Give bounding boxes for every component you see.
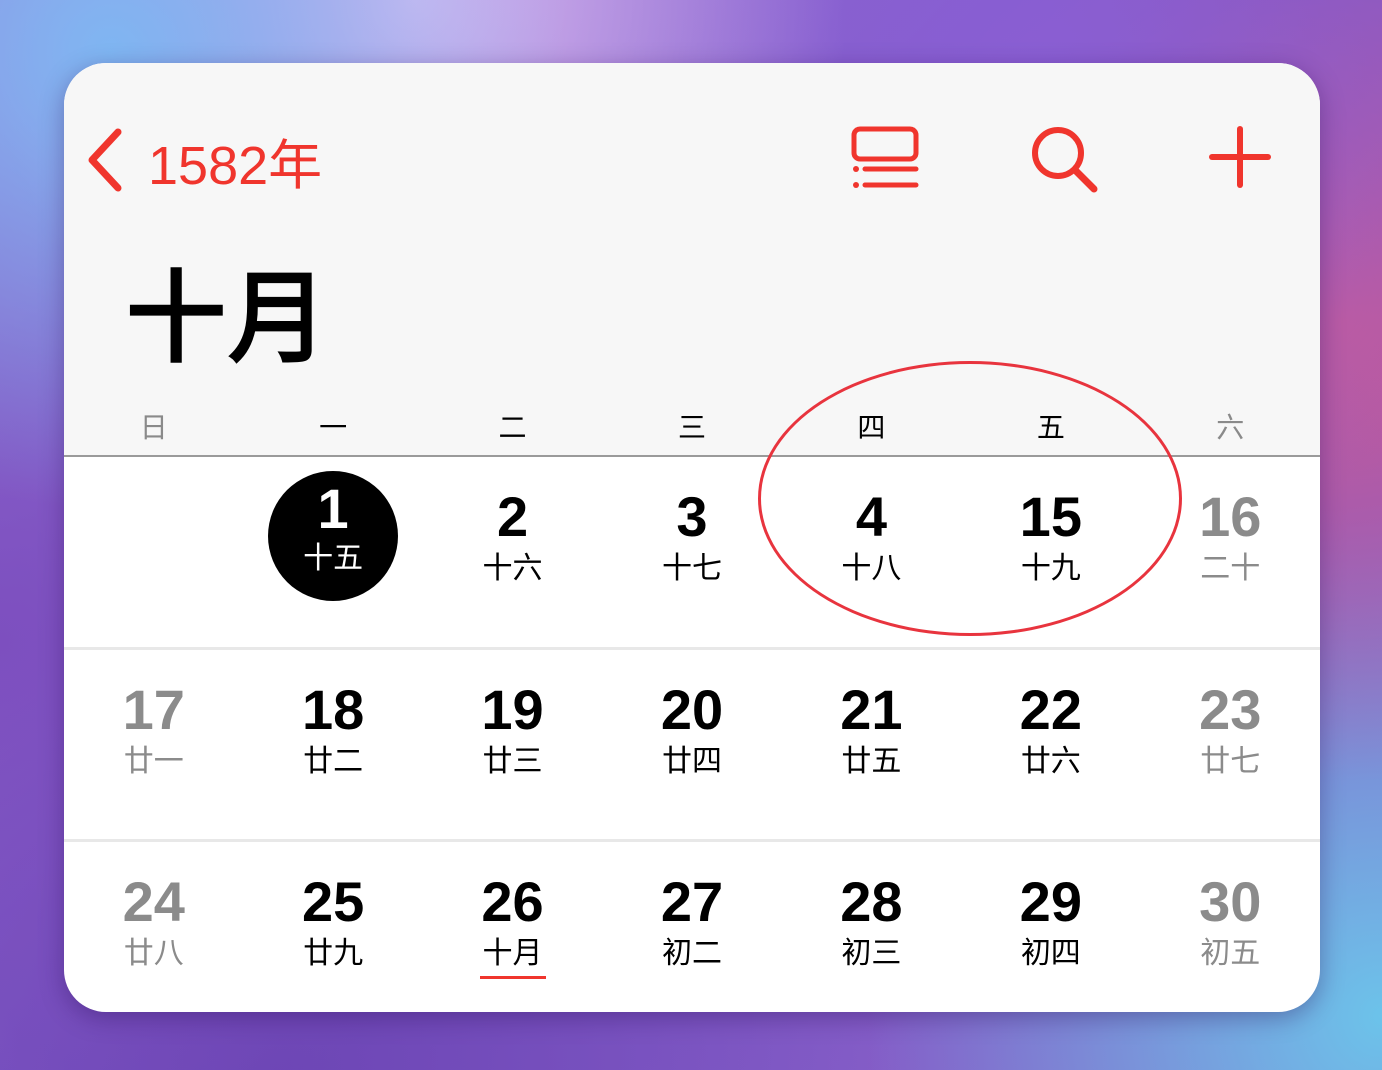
day-number: 28 bbox=[840, 870, 903, 933]
list-view-icon bbox=[850, 126, 920, 197]
day-number: 30 bbox=[1199, 870, 1262, 933]
day-cell[interactable]: 4 十八 bbox=[782, 457, 961, 649]
lunar-date: 十七 bbox=[661, 551, 722, 586]
day-cell[interactable]: 15 十九 bbox=[961, 457, 1140, 649]
day-number: 23 bbox=[1199, 678, 1262, 741]
day-number: 4 bbox=[855, 485, 887, 548]
lunar-date: 十六 bbox=[482, 551, 543, 586]
day-number: 17 bbox=[122, 678, 185, 741]
back-button-label: 1582年 bbox=[148, 135, 323, 196]
lunar-date: 初五 bbox=[1200, 936, 1261, 971]
lunar-date: 十月 bbox=[482, 936, 543, 971]
day-cell[interactable]: 29 初四 bbox=[961, 842, 1140, 1012]
search-button[interactable] bbox=[1030, 125, 1100, 199]
day-cell[interactable]: 30 初五 bbox=[1141, 842, 1320, 1012]
weekday-tue: 二 bbox=[498, 411, 527, 444]
weekday-fri: 五 bbox=[1036, 411, 1065, 444]
calendar-header: 1582年 十月 日 一 二 三 四 五 六 bbox=[64, 63, 1320, 457]
lunar-date: 廿六 bbox=[1020, 744, 1081, 779]
month-title: 十月 bbox=[126, 260, 330, 377]
weekday-sat: 六 bbox=[1216, 411, 1245, 444]
lunar-date: 初四 bbox=[1020, 936, 1081, 971]
lunar-date: 十九 bbox=[1020, 551, 1081, 586]
day-number: 3 bbox=[676, 485, 708, 548]
day-number: 26 bbox=[481, 870, 544, 933]
day-cell[interactable]: 18 廿二 bbox=[243, 650, 422, 842]
day-cell-lunar-month-start[interactable]: 26 十月 bbox=[423, 842, 602, 1012]
day-cell[interactable]: 19 廿三 bbox=[423, 650, 602, 842]
lunar-date: 二十 bbox=[1200, 551, 1261, 586]
day-cell[interactable]: 20 廿四 bbox=[602, 650, 781, 842]
day-number: 21 bbox=[840, 678, 903, 741]
lunar-month-underline bbox=[479, 976, 546, 979]
day-cell[interactable]: 28 初三 bbox=[782, 842, 961, 1012]
day-cell[interactable]: 22 廿六 bbox=[961, 650, 1140, 842]
weekday-thu: 四 bbox=[857, 411, 886, 444]
lunar-date: 廿四 bbox=[661, 744, 722, 779]
day-number: 2 bbox=[496, 485, 529, 548]
day-cell[interactable]: 17 廿一 bbox=[64, 650, 243, 842]
day-cell-empty bbox=[64, 457, 243, 649]
search-icon bbox=[1030, 127, 1100, 199]
day-cell-selected[interactable]: 1 十五 bbox=[243, 457, 422, 649]
lunar-date: 廿七 bbox=[1200, 744, 1261, 779]
add-event-button[interactable] bbox=[1208, 125, 1272, 193]
lunar-date: 初三 bbox=[841, 936, 902, 971]
week-row-3: 24 廿八 25 廿九 26 十月 27 初二 28 初三 29 初四 30 初… bbox=[64, 842, 1320, 1012]
day-cell[interactable]: 3 十七 bbox=[602, 457, 781, 649]
day-number: 18 bbox=[301, 678, 365, 741]
chevron-left-icon bbox=[84, 128, 124, 192]
list-view-button[interactable] bbox=[850, 125, 920, 197]
day-cell[interactable]: 25 廿九 bbox=[243, 842, 422, 1012]
weekday-mon: 一 bbox=[319, 411, 348, 444]
day-cell[interactable]: 24 廿八 bbox=[64, 842, 243, 1012]
day-cell[interactable]: 16 二十 bbox=[1141, 457, 1320, 649]
day-number: 29 bbox=[1019, 870, 1082, 933]
day-number: 25 bbox=[301, 870, 365, 933]
day-cell[interactable]: 23 廿七 bbox=[1141, 650, 1320, 842]
weekday-wed: 三 bbox=[677, 411, 706, 444]
lunar-date: 廿五 bbox=[841, 744, 902, 779]
day-number: 1 bbox=[317, 477, 349, 540]
back-to-year-button[interactable]: 1582年 bbox=[84, 125, 322, 196]
calendar-window: 1582年 十月 日 一 二 三 四 五 六 1 十五 2 十六 3 十七 4 … bbox=[64, 63, 1320, 1012]
lunar-date: 初二 bbox=[661, 936, 722, 971]
day-number: 27 bbox=[660, 870, 724, 933]
day-number: 24 bbox=[122, 870, 185, 933]
lunar-date: 廿三 bbox=[482, 744, 543, 779]
week-row-1: 1 十五 2 十六 3 十七 4 十八 15 十九 16 二十 bbox=[64, 457, 1320, 649]
day-cell[interactable]: 21 廿五 bbox=[782, 650, 961, 842]
lunar-date: 廿八 bbox=[123, 936, 184, 971]
day-number: 19 bbox=[481, 678, 544, 741]
day-number: 16 bbox=[1199, 485, 1262, 548]
lunar-date: 廿二 bbox=[303, 744, 364, 779]
lunar-date: 廿九 bbox=[303, 936, 364, 971]
day-cell[interactable]: 27 初二 bbox=[602, 842, 781, 1012]
lunar-date: 十八 bbox=[841, 551, 902, 586]
weekday-header: 日 一 二 三 四 五 六 bbox=[64, 408, 1320, 448]
plus-icon bbox=[1208, 126, 1272, 193]
lunar-date: 廿一 bbox=[123, 744, 184, 779]
lunar-date: 十五 bbox=[303, 541, 364, 576]
day-number: 20 bbox=[660, 678, 724, 741]
week-row-2: 17 廿一 18 廿二 19 廿三 20 廿四 21 廿五 22 廿六 23 廿… bbox=[64, 650, 1320, 842]
day-number: 22 bbox=[1019, 678, 1082, 741]
day-cell[interactable]: 2 十六 bbox=[423, 457, 602, 649]
weekday-sun: 日 bbox=[139, 411, 168, 444]
day-number: 15 bbox=[1019, 485, 1082, 548]
